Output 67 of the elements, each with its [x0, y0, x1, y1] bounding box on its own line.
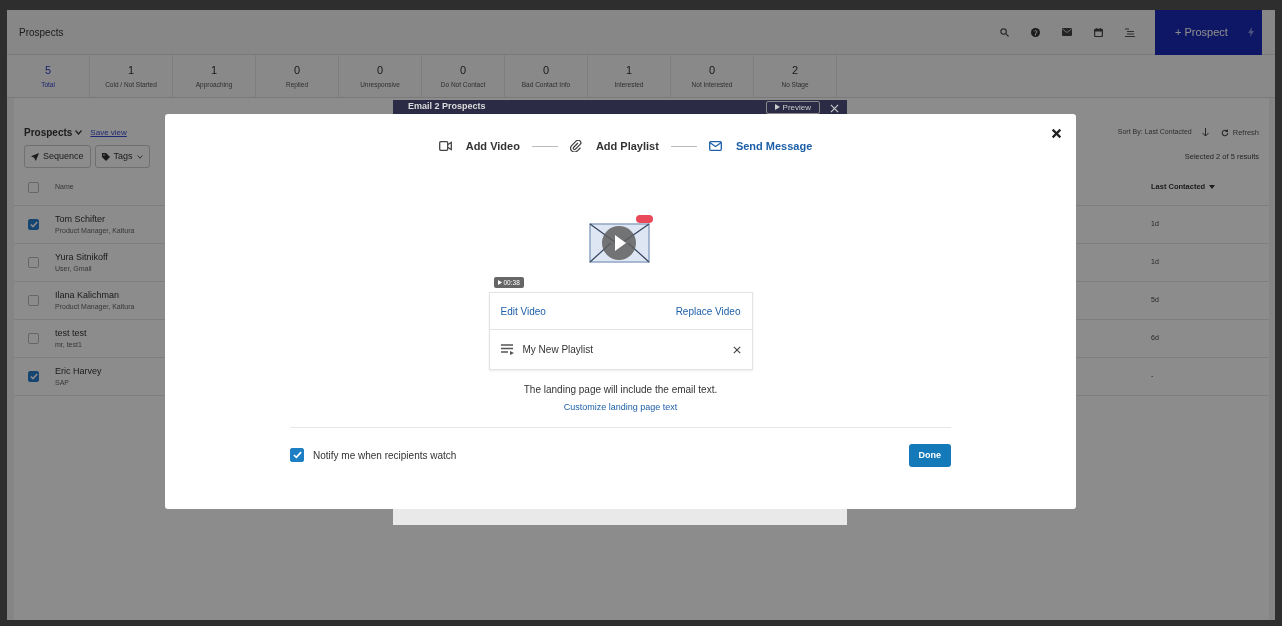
page-title: Prospects [19, 25, 64, 40]
arrow-down-icon[interactable] [1201, 128, 1209, 137]
select-all-checkbox[interactable] [28, 181, 39, 193]
save-view-link[interactable]: Save view [90, 126, 127, 139]
wizard-step[interactable]: Add Video [438, 138, 520, 155]
stage-count: 0 [293, 62, 301, 78]
prospect-name[interactable]: test test [55, 326, 87, 340]
play-icon [497, 279, 502, 285]
stage-count: 1 [127, 62, 135, 78]
stage-count: 0 [459, 62, 467, 78]
remove-icon[interactable] [732, 345, 741, 354]
sort-caret-icon [1209, 185, 1216, 189]
prospect-name[interactable]: Ilana Kalichman [55, 288, 135, 302]
wizard-step[interactable]: Send Message [708, 138, 813, 155]
row-checkbox[interactable] [28, 257, 39, 268]
stage-count: 2 [791, 62, 799, 78]
paper-plane-icon [31, 152, 39, 161]
row-checkbox[interactable] [28, 219, 39, 230]
close-button[interactable] [1049, 126, 1064, 141]
list-title[interactable]: Prospects [24, 125, 73, 140]
stage-count: 5 [44, 62, 52, 78]
stage-count: 0 [708, 62, 716, 78]
close-icon[interactable] [830, 103, 839, 113]
done-button[interactable]: Done [908, 443, 951, 467]
stage-count: 0 [542, 62, 550, 78]
refresh-icon [1220, 128, 1229, 137]
notify-checkbox[interactable] [290, 448, 304, 463]
preview-button[interactable]: Preview [765, 100, 820, 114]
stage-count: 1 [625, 62, 633, 78]
prospect-name[interactable]: Yura Sitnikoff [55, 250, 108, 264]
mail-icon[interactable] [1062, 28, 1072, 36]
video-camera-icon [438, 141, 452, 152]
checkmark-icon [29, 373, 38, 380]
chevron-down-icon [136, 154, 143, 159]
row-checkbox[interactable] [28, 333, 39, 344]
video-envelope-drawing [588, 212, 653, 263]
new-prospect-button[interactable]: + Prospect [1155, 9, 1262, 55]
prospect-name[interactable]: Tom Schifter [55, 212, 135, 226]
paperclip-icon [569, 140, 582, 153]
chevron-down-icon[interactable] [75, 130, 83, 135]
checkmark-icon [29, 221, 38, 228]
customize-link[interactable]: Customize landing page text [563, 401, 678, 415]
close-icon [1051, 128, 1062, 139]
lightning-icon [1248, 27, 1254, 37]
prospect-name[interactable]: Eric Harvey [55, 364, 102, 378]
edit-video-link[interactable]: Edit Video [500, 303, 546, 319]
calendar-icon[interactable] [1094, 27, 1103, 37]
stage-count: 1 [210, 62, 218, 78]
tags-button[interactable]: Tags [94, 144, 150, 169]
playlist-icon [500, 344, 514, 356]
search-icon[interactable] [1000, 27, 1009, 37]
envelope-icon [708, 141, 722, 152]
replace-video-link[interactable]: Replace Video [675, 303, 741, 319]
playlist-name: My New Playlist [522, 343, 594, 358]
help-icon[interactable] [1031, 27, 1040, 37]
row-checkbox[interactable] [28, 371, 39, 382]
row-checkbox[interactable] [28, 295, 39, 306]
notify-label: Notify me when recipients watch [313, 448, 457, 463]
dialog-title: Email 2 Prospects [408, 100, 486, 114]
checkmark-icon [292, 451, 302, 460]
tag-icon [101, 152, 110, 161]
wizard-step[interactable]: Add Playlist [569, 138, 659, 155]
landing-page-note: The landing page will include the email text. [522, 383, 719, 398]
play-icon [774, 104, 780, 110]
tasks-icon[interactable] [1125, 27, 1135, 37]
sequence-button[interactable]: Sequence [24, 144, 91, 169]
stage-count: 0 [376, 62, 384, 78]
